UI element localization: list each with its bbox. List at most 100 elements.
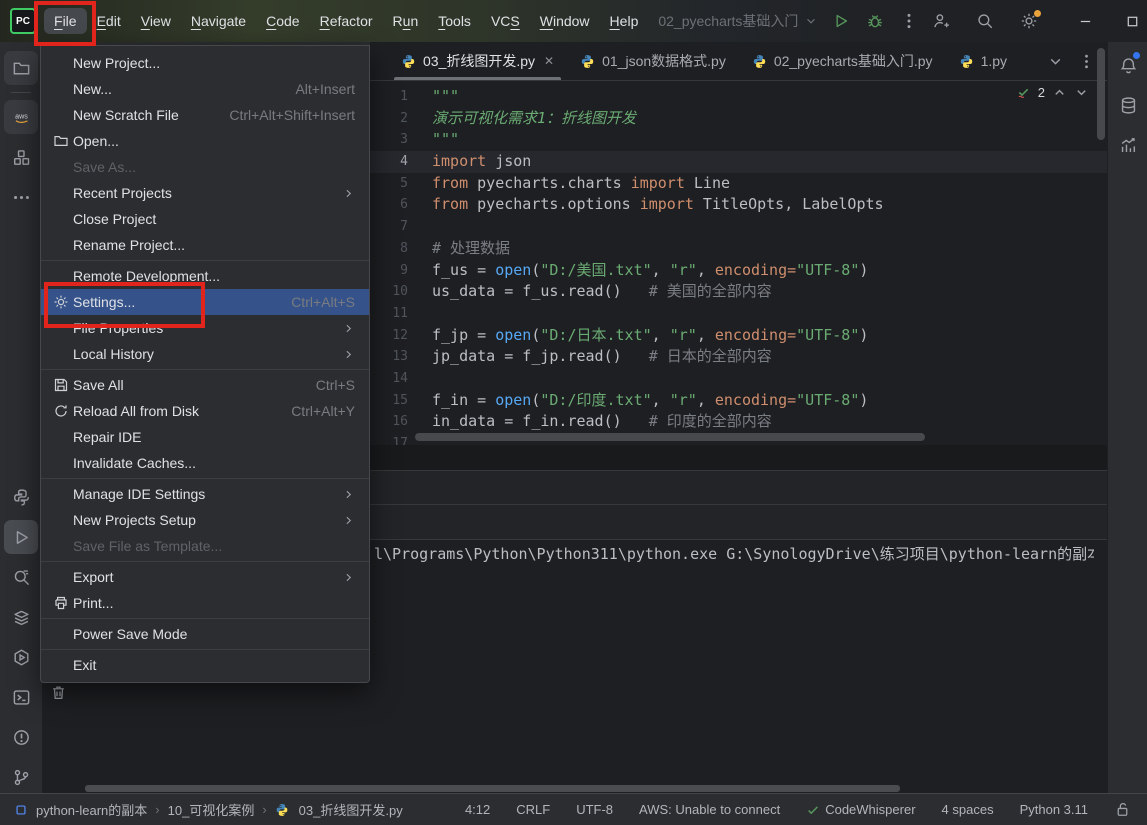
debug-button[interactable]: [860, 6, 890, 36]
search-icon: [976, 12, 994, 30]
menubar-item-run[interactable]: Run: [383, 8, 429, 34]
menu-item-power-save-mode[interactable]: Power Save Mode: [41, 621, 369, 647]
tab-label: 1.py: [981, 53, 1007, 69]
tab-label: 02_pyecharts基础入门.py: [774, 51, 933, 71]
maximize-button[interactable]: [1109, 0, 1147, 42]
menubar-item-view[interactable]: View: [131, 8, 181, 34]
python-packages-button[interactable]: [4, 600, 38, 634]
menu-item-invalidate-caches[interactable]: Invalidate Caches...: [41, 450, 369, 476]
menubar-item-help[interactable]: Help: [600, 8, 649, 34]
tab-close-icon[interactable]: ✕: [544, 54, 554, 68]
menu-item-open[interactable]: Open...: [41, 128, 369, 154]
aws-tool-button[interactable]: aws: [4, 100, 38, 134]
menu-shortcut: Alt+Insert: [295, 81, 355, 97]
editor-horizontal-scrollbar[interactable]: [415, 433, 925, 441]
menubar-item-vcs[interactable]: VCS: [481, 8, 530, 34]
breadcrumb-item-1[interactable]: python-learn的副本: [36, 800, 147, 819]
run-button[interactable]: [826, 6, 856, 36]
chevron-down-icon[interactable]: [1074, 85, 1089, 100]
line-number: 9: [370, 260, 420, 282]
menu-item-new[interactable]: New...Alt+Insert: [41, 76, 369, 102]
menubar-item-navigate[interactable]: Navigate: [181, 8, 256, 34]
menu-item-close-project[interactable]: Close Project: [41, 206, 369, 232]
menu-item-settings[interactable]: Settings...Ctrl+Alt+S: [41, 289, 369, 315]
chevron-up-icon[interactable]: [1052, 85, 1067, 100]
menu-item-rename-project[interactable]: Rename Project...: [41, 232, 369, 258]
status-python-interpreter[interactable]: Python 3.11: [1020, 802, 1088, 817]
submenu-arrow-icon: [342, 187, 355, 200]
line-number: 5: [370, 173, 420, 195]
status-line-separator[interactable]: CRLF: [516, 802, 550, 817]
breadcrumb-item-3[interactable]: 03_折线图开发.py: [299, 800, 403, 819]
line-number: 1: [370, 86, 420, 108]
tab-options-button[interactable]: [1078, 53, 1095, 70]
status-aws-status[interactable]: AWS: Unable to connect: [639, 802, 780, 817]
menu-item-new-projects-setup[interactable]: New Projects Setup: [41, 507, 369, 533]
menubar-item-window[interactable]: Window: [530, 8, 600, 34]
run-config-selector[interactable]: 02_pyecharts基础入门: [658, 11, 818, 31]
services-tool-button[interactable]: [4, 640, 38, 674]
project-tool-button[interactable]: [4, 51, 38, 85]
menu-item-export[interactable]: Export: [41, 564, 369, 590]
version-control-button[interactable]: [4, 760, 38, 794]
submenu-arrow-icon: [342, 488, 355, 501]
console-horizontal-scrollbar[interactable]: [85, 785, 900, 792]
menu-item-reload-all-from-disk[interactable]: Reload All from DiskCtrl+Alt+Y: [41, 398, 369, 424]
code-area[interactable]: 2 1"""2演示可视化需求1：折线图开发3"""4import json5fr…: [370, 81, 1107, 445]
status-indent-style[interactable]: 4 spaces: [942, 802, 994, 817]
lock-open-icon[interactable]: [1114, 801, 1131, 818]
editor-tab-3[interactable]: 02_pyecharts基础入门.py: [739, 42, 946, 80]
endpoints-chart-button[interactable]: [1111, 128, 1145, 162]
editor-vertical-scrollbar[interactable]: [1097, 48, 1105, 140]
hidden-tabs-button[interactable]: [1047, 53, 1064, 70]
breadcrumb-item-2[interactable]: 10_可视化案例: [168, 800, 255, 819]
find-tool-button[interactable]: [4, 560, 38, 594]
code-line-13: 13jp_data = f_jp.read() # 日本的全部内容: [370, 346, 1107, 368]
menubar-item-code[interactable]: Code: [256, 8, 309, 34]
menubar-item-refactor[interactable]: Refactor: [310, 8, 383, 34]
problems-tool-button[interactable]: [4, 720, 38, 754]
terminal-tool-button[interactable]: [4, 680, 38, 714]
menubar-item-file[interactable]: File: [44, 8, 87, 34]
editor-pane[interactable]: 03_折线图开发.py✕ 01_json数据格式.py 02_pyecharts基础…: [370, 42, 1107, 445]
menu-item-manage-ide-settings[interactable]: Manage IDE Settings: [41, 481, 369, 507]
clear-console-button[interactable]: [50, 684, 67, 701]
code-text: import json: [420, 151, 531, 173]
menu-separator: [41, 478, 369, 479]
breadcrumb: python-learn的副本›10_可视化案例›03_折线图开发.py: [0, 800, 403, 819]
menu-item-repair-ide[interactable]: Repair IDE: [41, 424, 369, 450]
menu-item-local-history[interactable]: Local History: [41, 341, 369, 367]
python-console-button[interactable]: [4, 480, 38, 514]
menu-item-print[interactable]: Print...: [41, 590, 369, 616]
menubar-item-tools[interactable]: Tools: [428, 8, 481, 34]
editor-tab-2[interactable]: 01_json数据格式.py: [567, 42, 739, 80]
notifications-button[interactable]: [1111, 48, 1145, 82]
menu-item-exit[interactable]: Exit: [41, 652, 369, 678]
more-actions-button[interactable]: [894, 6, 924, 36]
menu-item-new-scratch-file[interactable]: New Scratch FileCtrl+Alt+Shift+Insert: [41, 102, 369, 128]
editor-tab-1[interactable]: 03_折线图开发.py✕: [388, 42, 567, 80]
status-file-encoding[interactable]: UTF-8: [576, 802, 613, 817]
editor-tab-4[interactable]: 1.py: [946, 42, 1020, 80]
run-tool-button[interactable]: [4, 520, 38, 554]
menu-item-save-all[interactable]: Save AllCtrl+S: [41, 372, 369, 398]
database-tool-button[interactable]: [1111, 88, 1145, 122]
printer-icon: [49, 595, 73, 611]
menu-item-file-properties[interactable]: File Properties: [41, 315, 369, 341]
menu-item-new-project[interactable]: New Project...: [41, 50, 369, 76]
menubar-item-edit[interactable]: Edit: [87, 8, 131, 34]
menu-item-remote-development[interactable]: Remote Development...: [41, 263, 369, 289]
search-everywhere-button[interactable]: [968, 6, 1002, 36]
code-with-me-button[interactable]: [924, 6, 958, 36]
status-codewhisperer-status[interactable]: CodeWhisperer: [806, 802, 915, 817]
minimize-button[interactable]: [1062, 0, 1109, 42]
tab-label: 01_json数据格式.py: [602, 51, 726, 71]
settings-button[interactable]: [1012, 6, 1046, 36]
more-tools-button[interactable]: [4, 180, 38, 214]
structure-tool-button[interactable]: [4, 140, 38, 174]
menu-item-label: Open...: [73, 133, 355, 149]
menu-item-label: Manage IDE Settings: [73, 486, 318, 502]
status-caret-position[interactable]: 4:12: [465, 802, 490, 817]
inspection-widget[interactable]: 2: [1016, 85, 1089, 100]
menu-item-recent-projects[interactable]: Recent Projects: [41, 180, 369, 206]
